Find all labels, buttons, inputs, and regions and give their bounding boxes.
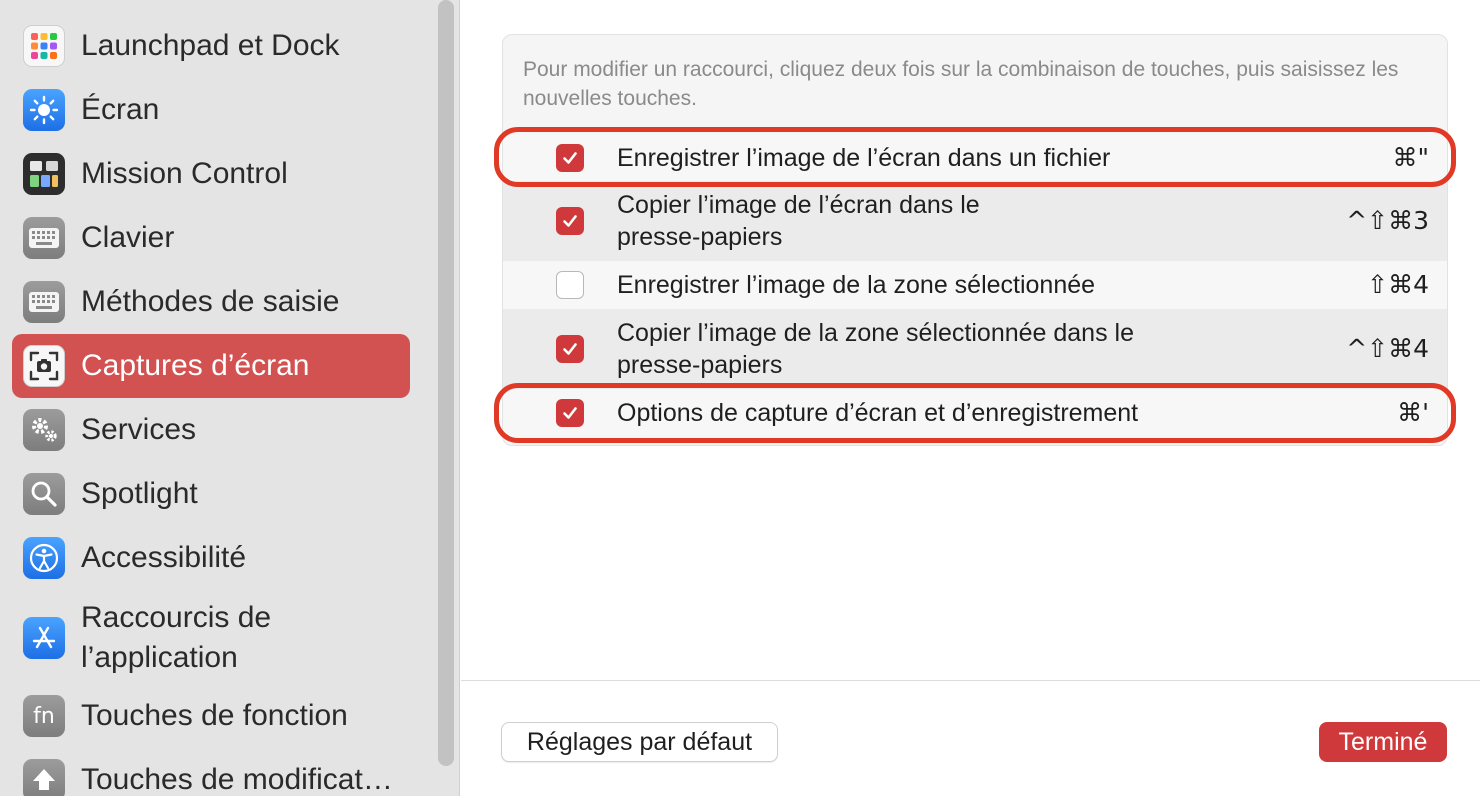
- shortcut-row[interactable]: Copier l’image de l’écran dans le presse…: [503, 181, 1447, 261]
- sidebar-item-label: Accessibilité: [81, 541, 247, 574]
- sidebar-item-touches-fonction[interactable]: fn Touches de fonction: [12, 684, 410, 748]
- keyboard-icon: [23, 217, 65, 259]
- sidebar-item-label: Launchpad et Dock: [81, 29, 340, 62]
- modifier-keys-icon: [23, 759, 65, 796]
- sidebar-item-label: Raccourcis de l’application: [81, 601, 272, 674]
- magnifier-icon: [23, 473, 65, 515]
- sidebar-item-label: Touches de modificat…: [81, 763, 393, 796]
- shortcut-row[interactable]: Enregistrer l’image de l’écran dans un f…: [503, 135, 1447, 181]
- sidebar-item-label: Captures d’écran: [81, 349, 310, 382]
- sidebar-item-services[interactable]: Services: [12, 398, 410, 462]
- sidebar-item-methodes-saisie[interactable]: Méthodes de saisie: [12, 270, 410, 334]
- sidebar-item-label: Écran: [81, 93, 160, 126]
- sidebar-item-clavier[interactable]: Clavier: [12, 206, 410, 270]
- checkbox[interactable]: [556, 271, 584, 299]
- sidebar-item-mission-control[interactable]: Mission Control: [12, 142, 410, 206]
- shortcut-label: Options de capture d’écran et d’enregist…: [617, 399, 1139, 427]
- fn-key-icon: fn: [23, 695, 65, 737]
- sidebar-item-label: Clavier: [81, 221, 175, 254]
- checkbox[interactable]: [556, 207, 584, 235]
- shortcut-keys[interactable]: ^⇧⌘4: [1346, 333, 1429, 365]
- shortcut-keys[interactable]: ⇧⌘4: [1367, 269, 1429, 301]
- mission-control-icon: [23, 153, 65, 195]
- shortcut-label: Copier l’image de l’écran dans le presse…: [617, 191, 980, 251]
- checkmark-icon: [563, 343, 577, 355]
- checkbox[interactable]: [556, 399, 584, 427]
- footer-divider: [461, 680, 1480, 681]
- screenshot-camera-icon: [23, 345, 65, 387]
- shortcut-keys[interactable]: ⌘": [1393, 142, 1430, 174]
- sidebar-item-touches-modification[interactable]: Touches de modificat…: [12, 748, 410, 796]
- fn-key-icon-text: fn: [33, 703, 55, 729]
- sidebar-scrollbar[interactable]: [438, 0, 454, 766]
- checkbox[interactable]: [556, 335, 584, 363]
- shortcut-label: Enregistrer l’image de la zone sélection…: [617, 271, 1096, 299]
- checkmark-icon: [563, 152, 577, 164]
- sidebar-item-accessibilite[interactable]: Accessibilité: [12, 526, 410, 590]
- shortcut-label: Enregistrer l’image de l’écran dans un f…: [617, 144, 1111, 172]
- restore-defaults-button[interactable]: Réglages par défaut: [501, 722, 778, 762]
- shortcut-row[interactable]: Copier l’image de la zone sélectionnée d…: [503, 309, 1447, 389]
- sidebar: Launchpad et Dock Écran Mission Control …: [0, 0, 460, 796]
- shortcut-label: Copier l’image de la zone sélectionnée d…: [617, 319, 1134, 379]
- sidebar-item-label: Touches de fonction: [81, 699, 348, 732]
- sidebar-item-captures-ecran[interactable]: Captures d’écran: [12, 334, 410, 398]
- sidebar-item-raccourcis-application[interactable]: Raccourcis de l’application: [12, 598, 410, 678]
- sidebar-item-label: Services: [81, 413, 197, 446]
- shortcut-row[interactable]: Options de capture d’écran et d’enregist…: [503, 389, 1447, 437]
- display-brightness-icon: [23, 89, 65, 131]
- checkbox[interactable]: [556, 144, 584, 172]
- launchpad-icon: [23, 25, 65, 67]
- main-panel: Pour modifier un raccourci, cliquez deux…: [461, 0, 1480, 796]
- sidebar-item-label: Méthodes de saisie: [81, 285, 340, 318]
- sidebar-item-spotlight[interactable]: Spotlight: [12, 462, 410, 526]
- sidebar-item-ecran[interactable]: Écran: [12, 78, 410, 142]
- sidebar-item-label: Spotlight: [81, 477, 198, 510]
- sidebar-item-launchpad-dock[interactable]: Launchpad et Dock: [12, 14, 410, 78]
- keyboard-input-icon: [23, 281, 65, 323]
- shortcut-keys[interactable]: ⌘': [1397, 397, 1429, 429]
- sidebar-item-label: Mission Control: [81, 157, 288, 190]
- accessibility-icon: [23, 537, 65, 579]
- shortcuts-card: Pour modifier un raccourci, cliquez deux…: [502, 34, 1448, 446]
- gears-icon: [23, 409, 65, 451]
- hint-text: Pour modifier un raccourci, cliquez deux…: [523, 58, 1399, 110]
- shortcut-keys[interactable]: ^⇧⌘3: [1346, 205, 1429, 237]
- shortcut-row[interactable]: Enregistrer l’image de la zone sélection…: [503, 261, 1447, 309]
- done-button[interactable]: Terminé: [1319, 722, 1447, 762]
- checkmark-icon: [563, 215, 577, 227]
- checkmark-icon: [563, 407, 577, 419]
- app-store-icon: [23, 617, 65, 659]
